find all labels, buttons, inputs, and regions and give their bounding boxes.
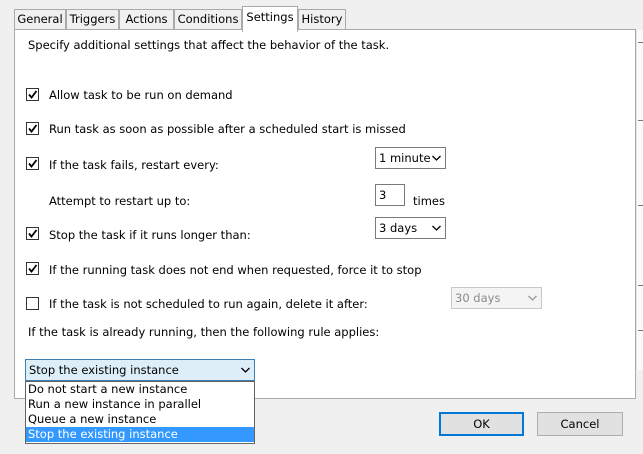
scrollbar-mark [638, 120, 643, 121]
run-missed-checkbox[interactable] [26, 122, 39, 135]
tab-strip: General Triggers Actions Conditions Sett… [14, 6, 346, 32]
settings-description: Specify additional settings that affect … [28, 38, 390, 52]
running-rule-selected: Stop the existing instance [29, 363, 179, 377]
chevron-down-icon [528, 295, 537, 301]
check-icon [28, 229, 38, 238]
restart-on-fail-checkbox[interactable] [26, 157, 39, 170]
check-icon [28, 90, 38, 99]
delete-after-label[interactable]: If the task is not scheduled to run agai… [49, 297, 368, 311]
run-missed-label[interactable]: Run task as soon as possible after a sch… [49, 122, 406, 136]
allow-on-demand-label[interactable]: Allow task to be run on demand [49, 88, 233, 102]
restart-on-fail-label[interactable]: If the task fails, restart every: [49, 158, 219, 172]
option-queue[interactable]: Queue a new instance [26, 412, 254, 427]
check-icon [28, 264, 38, 273]
scrollbar-mark [638, 42, 643, 43]
force-stop-label[interactable]: If the running task does not end when re… [49, 263, 422, 277]
stop-longer-checkbox[interactable] [26, 227, 39, 240]
tab-triggers[interactable]: Triggers [66, 9, 119, 29]
chevron-down-icon [432, 225, 441, 231]
stop-duration-value: 3 days [379, 221, 418, 235]
check-icon [28, 124, 38, 133]
allow-on-demand-checkbox[interactable] [26, 88, 39, 101]
option-stop-existing[interactable]: Stop the existing instance [26, 427, 254, 442]
cancel-button[interactable]: Cancel [537, 412, 623, 436]
running-rule-label: If the task is already running, then the… [28, 325, 380, 339]
tab-settings[interactable]: Settings [242, 6, 298, 32]
force-stop-checkbox[interactable] [26, 262, 39, 275]
chevron-down-icon [241, 367, 250, 373]
stop-duration-select[interactable]: 3 days [375, 217, 446, 239]
delete-duration-value: 30 days [455, 291, 501, 305]
restart-attempts-unit: times [413, 194, 445, 208]
scrollbar-mark [638, 205, 643, 206]
option-do-not-start[interactable]: Do not start a new instance [26, 382, 254, 397]
tab-general[interactable]: General [14, 9, 66, 29]
chevron-down-icon [432, 155, 441, 161]
restart-interval-select[interactable]: 1 minute [375, 147, 446, 169]
option-run-parallel[interactable]: Run a new instance in parallel [26, 397, 254, 412]
restart-attempts-input[interactable]: 3 [375, 184, 405, 206]
stop-longer-label[interactable]: Stop the task if it runs longer than: [49, 228, 251, 242]
tab-actions[interactable]: Actions [119, 9, 174, 29]
running-rule-options: Do not start a new instance Run a new in… [25, 381, 255, 444]
restart-interval-value: 1 minute [379, 151, 431, 165]
scrollbar-mark [638, 285, 643, 286]
tab-history[interactable]: History [298, 9, 346, 29]
scrollbar[interactable] [636, 30, 643, 370]
scrollbar-mark [638, 330, 643, 331]
running-rule-select[interactable]: Stop the existing instance [25, 359, 255, 381]
settings-panel: Specify additional settings that affect … [14, 29, 636, 399]
delete-duration-select: 30 days [451, 287, 542, 309]
restart-attempts-label: Attempt to restart up to: [49, 194, 191, 208]
delete-after-checkbox[interactable] [26, 297, 39, 310]
ok-button[interactable]: OK [439, 412, 524, 436]
tab-conditions[interactable]: Conditions [174, 9, 242, 29]
check-icon [28, 159, 38, 168]
